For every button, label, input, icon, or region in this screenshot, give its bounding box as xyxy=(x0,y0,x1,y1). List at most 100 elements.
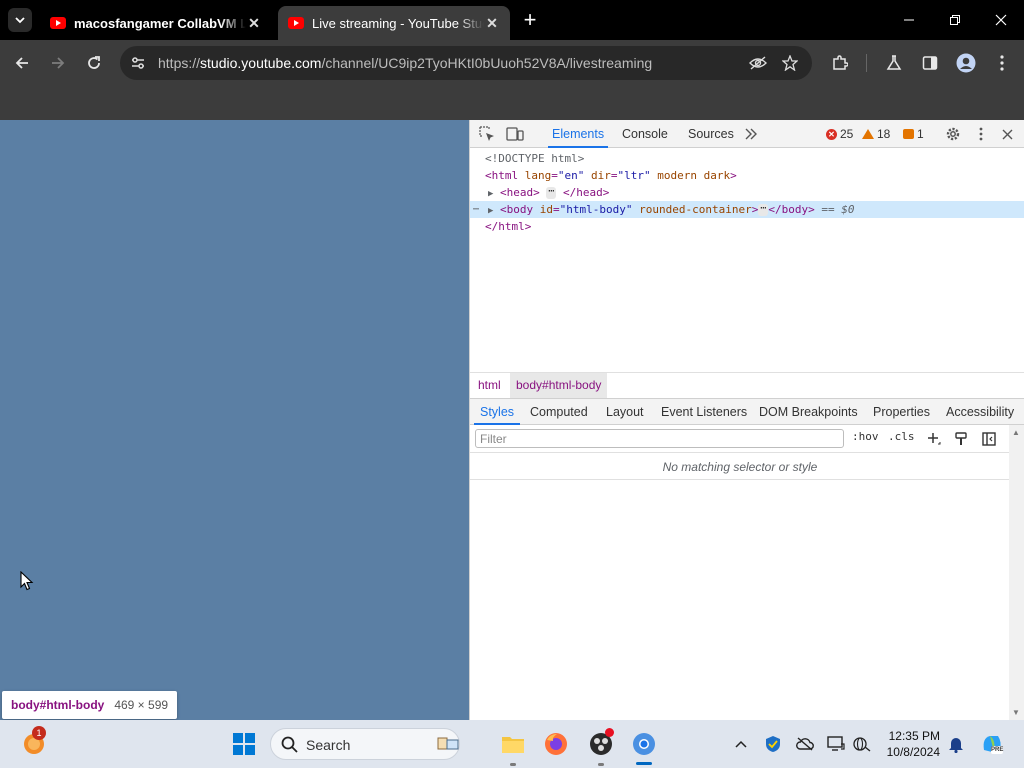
styles-scrollbar[interactable]: ▲ ▼ xyxy=(1009,425,1024,720)
scroll-up-arrow-icon[interactable]: ▲ xyxy=(1012,428,1020,437)
attr-value: "html-body" xyxy=(559,203,633,216)
devtools-panel: Elements Console Sources ✕ 25 18 1 <!DOC… xyxy=(469,120,1024,720)
new-style-rule-button[interactable] xyxy=(925,430,943,448)
tracking-protection-button[interactable] xyxy=(744,49,772,77)
devtools-menu-button[interactable] xyxy=(972,125,990,143)
forward-button[interactable] xyxy=(44,49,72,77)
inspect-element-button[interactable] xyxy=(478,125,496,143)
breadcrumb-body[interactable]: body#html-body xyxy=(510,373,608,398)
restore-icon xyxy=(950,15,960,25)
tab-title: macosfangamer CollabVM Live xyxy=(74,15,246,31)
chrome-button[interactable] xyxy=(630,730,658,758)
tab-collabvm[interactable]: macosfangamer CollabVM Live ✕ xyxy=(40,6,272,40)
no-matching-message: No matching selector or style xyxy=(470,454,1010,480)
security-tray-icon[interactable] xyxy=(763,734,783,754)
styles-panel-tabs: Styles Computed Layout Event Listeners D… xyxy=(470,398,1024,425)
labs-button[interactable] xyxy=(880,49,908,77)
monitor-icon xyxy=(827,736,845,751)
file-explorer-button[interactable] xyxy=(499,730,527,758)
close-icon[interactable]: ✕ xyxy=(246,15,262,31)
address-bar[interactable]: https://studio.youtube.com/channel/UC9ip… xyxy=(120,46,812,80)
notifications-button[interactable] xyxy=(946,734,966,754)
scroll-down-arrow-icon[interactable]: ▼ xyxy=(1012,708,1020,717)
page-viewport[interactable]: body#html-body 469 × 599 xyxy=(0,120,469,720)
reload-button[interactable] xyxy=(80,49,108,77)
bookmark-star-button[interactable] xyxy=(776,49,804,77)
tab-elements[interactable]: Elements xyxy=(548,120,609,148)
tab-strip: macosfangamer CollabVM Live ✕ Live strea… xyxy=(0,0,1024,40)
body-close-tag: </body> xyxy=(768,203,815,216)
dom-node-html[interactable]: <html lang="en" dir="ltr" modern dark> xyxy=(470,167,1024,184)
close-window-button[interactable] xyxy=(978,0,1024,40)
collapsed-ellipsis-icon[interactable]: ⋯ xyxy=(758,204,769,216)
breadcrumb-html[interactable]: html xyxy=(472,373,507,398)
minimize-button[interactable] xyxy=(886,0,932,40)
sidebar-icon xyxy=(982,432,996,446)
issues-count: 1 xyxy=(917,127,924,141)
dom-node-head[interactable]: ▶ <head> ⋯ </head> xyxy=(470,184,1024,201)
taskbar-search[interactable]: Search xyxy=(270,728,460,760)
more-tabs-button[interactable] xyxy=(742,125,760,143)
devtools-settings-button[interactable] xyxy=(944,125,962,143)
filter-input[interactable]: Filter xyxy=(475,429,844,448)
notification-count: 1 xyxy=(32,726,46,740)
dom-node-doctype[interactable]: <!DOCTYPE html> xyxy=(470,150,1024,167)
tab-computed[interactable]: Computed xyxy=(530,399,588,425)
profile-button[interactable] xyxy=(952,49,980,77)
attr-name: rounded-container xyxy=(639,203,752,216)
attr-name: lang xyxy=(524,169,552,182)
star-icon xyxy=(782,55,798,71)
copilot-button[interactable]: PRE xyxy=(978,730,1006,758)
tab-sources[interactable]: Sources xyxy=(688,120,734,148)
gear-icon xyxy=(946,127,960,141)
tab-search-button[interactable] xyxy=(8,8,32,32)
weather-widget[interactable]: 1 xyxy=(20,726,48,758)
dom-node-html-close[interactable]: </html> xyxy=(470,218,1024,235)
tab-dom-breakpoints[interactable]: DOM Breakpoints xyxy=(759,399,858,425)
tab-styles[interactable]: Styles xyxy=(474,399,521,425)
error-count-badge[interactable]: ✕ 25 xyxy=(826,127,853,141)
error-icon: ✕ xyxy=(826,128,837,140)
start-button[interactable] xyxy=(230,730,258,758)
tooltip-size: 469 × 599 xyxy=(114,698,169,712)
back-button[interactable] xyxy=(8,49,36,77)
toggle-rendering-emulations-button[interactable] xyxy=(952,430,970,448)
cls-toggle[interactable]: .cls xyxy=(888,430,915,443)
restore-button[interactable] xyxy=(932,0,978,40)
tab-accessibility[interactable]: Accessibility xyxy=(946,399,1014,425)
close-icon[interactable]: ✕ xyxy=(484,15,500,31)
tab-youtube-studio[interactable]: Live streaming - YouTube Studio ✕ xyxy=(278,6,510,40)
hov-toggle[interactable]: :hov xyxy=(852,430,879,443)
system-clock[interactable]: 12:35 PM 10/8/2024 xyxy=(880,728,940,760)
inspect-tooltip: body#html-body 469 × 599 xyxy=(2,691,178,719)
network-tray-icon[interactable] xyxy=(852,734,872,754)
obs-button[interactable] xyxy=(587,728,615,758)
firefox-button[interactable] xyxy=(542,730,570,758)
equals: = xyxy=(553,203,560,216)
issues-count-badge[interactable]: 1 xyxy=(903,127,924,141)
show-hidden-icons-button[interactable] xyxy=(731,734,751,754)
toggle-sidebar-button[interactable] xyxy=(980,430,998,448)
tab-console[interactable]: Console xyxy=(622,120,668,148)
new-tab-button[interactable]: + xyxy=(518,7,542,32)
firefox-icon xyxy=(545,733,567,755)
issues-icon xyxy=(903,129,914,139)
tab-event-listeners[interactable]: Event Listeners xyxy=(661,399,747,425)
site-settings-icon[interactable] xyxy=(130,55,146,71)
tab-layout[interactable]: Layout xyxy=(606,399,644,425)
avatar-icon xyxy=(956,53,976,73)
node-actions-ellipsis-icon[interactable]: ⋯ xyxy=(473,201,479,218)
side-panel-button[interactable] xyxy=(916,49,944,77)
arrow-right-icon xyxy=(52,57,65,69)
menu-button[interactable] xyxy=(988,49,1016,77)
warning-count-badge[interactable]: 18 xyxy=(862,127,890,141)
collapsed-ellipsis-icon[interactable]: ⋯ xyxy=(546,187,557,199)
close-devtools-button[interactable] xyxy=(998,125,1016,143)
dom-node-body-selected[interactable]: ⋯ ▶ <body id="html-body" rounded-containe… xyxy=(470,201,1024,218)
tab-properties[interactable]: Properties xyxy=(873,399,930,425)
onedrive-tray-icon[interactable] xyxy=(795,734,815,754)
display-tray-icon[interactable] xyxy=(826,734,846,754)
device-toolbar-button[interactable] xyxy=(506,125,524,143)
extensions-button[interactable] xyxy=(826,49,854,77)
attr-name: id xyxy=(539,203,553,216)
